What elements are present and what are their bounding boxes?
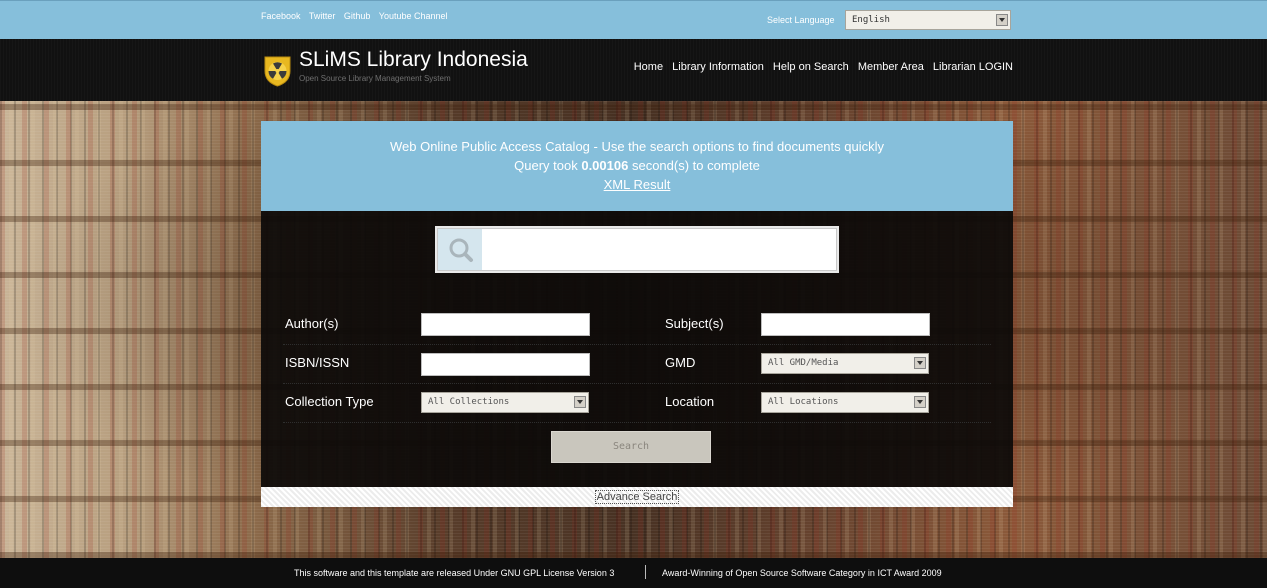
footer-award-text: Award-Winning of Open Source Software Ca… [662,568,942,578]
divider [283,344,991,345]
footer-license-text: This software and this template are rele… [294,568,615,578]
github-link[interactable]: Github [344,11,371,21]
search-form-panel: Author(s) Subject(s) ISBN/ISSN GMD All G… [261,211,1013,487]
chevron-down-icon [574,396,586,408]
collection-type-label: Collection Type [285,394,374,409]
divider [283,383,991,384]
site-subtitle: Open Source Library Management System [299,74,451,83]
query-suffix: second(s) to complete [631,158,760,173]
divider [283,422,991,423]
keyword-search-box [437,228,837,271]
footer-divider [645,565,646,579]
isbn-issn-label: ISBN/ISSN [285,355,350,370]
location-label: Location [665,394,715,409]
author-label: Author(s) [285,316,339,331]
facebook-link[interactable]: Facebook [261,11,301,21]
xml-result-link[interactable]: XML Result [604,177,671,192]
gmd-select[interactable]: All GMD/Media [761,353,929,374]
query-time-text: Query took 0.00106 second(s) to complete [261,158,1013,173]
site-title: SLiMS Library Indonesia [299,48,528,71]
subject-input[interactable] [761,313,930,336]
location-select-value: All Locations [768,397,839,407]
author-input[interactable] [421,313,590,336]
subject-label: Subject(s) [665,316,724,331]
nav-home[interactable]: Home [634,61,663,73]
chevron-down-icon [996,14,1008,26]
language-select[interactable]: English [845,10,1011,30]
chevron-down-icon [914,396,926,408]
nav-librarian-login[interactable]: Librarian LOGIN [933,61,1013,73]
chevron-down-icon [914,357,926,369]
search-button[interactable]: Search [551,431,711,463]
top-bar: Facebook Twitter Github Youtube Channel … [0,0,1267,40]
query-time-value: 0.00106 [581,158,629,173]
gmd-label: GMD [665,355,696,370]
isbn-issn-input[interactable] [421,353,590,376]
nav-member-area[interactable]: Member Area [858,61,924,73]
main-nav: Home Library Information Help on Search … [628,61,1013,73]
gmd-select-value: All GMD/Media [768,358,839,368]
catalog-info-panel: Web Online Public Access Catalog - Use t… [261,121,1013,211]
keyword-search-input[interactable] [482,229,836,270]
advanced-search-bar: Advance Search [261,487,1013,507]
nav-help-on-search[interactable]: Help on Search [773,61,849,73]
social-links: Facebook Twitter Github Youtube Channel [261,11,454,21]
select-language-label: Select Language [767,15,835,25]
youtube-channel-link[interactable]: Youtube Channel [379,11,448,21]
catalog-description: Web Online Public Access Catalog - Use t… [389,139,884,154]
nav-library-information[interactable]: Library Information [672,61,764,73]
search-icon [438,229,482,270]
query-prefix: Query took [514,158,578,173]
slims-logo-icon [264,56,291,87]
collection-type-select[interactable]: All Collections [421,392,589,413]
advance-search-link[interactable]: Advance Search [594,490,680,504]
location-select[interactable]: All Locations [761,392,929,413]
site-footer: This software and this template are rele… [0,558,1267,588]
site-header: SLiMS Library Indonesia Open Source Libr… [0,39,1267,101]
twitter-link[interactable]: Twitter [309,11,336,21]
language-select-value: English [852,15,890,25]
collection-type-select-value: All Collections [428,397,510,407]
